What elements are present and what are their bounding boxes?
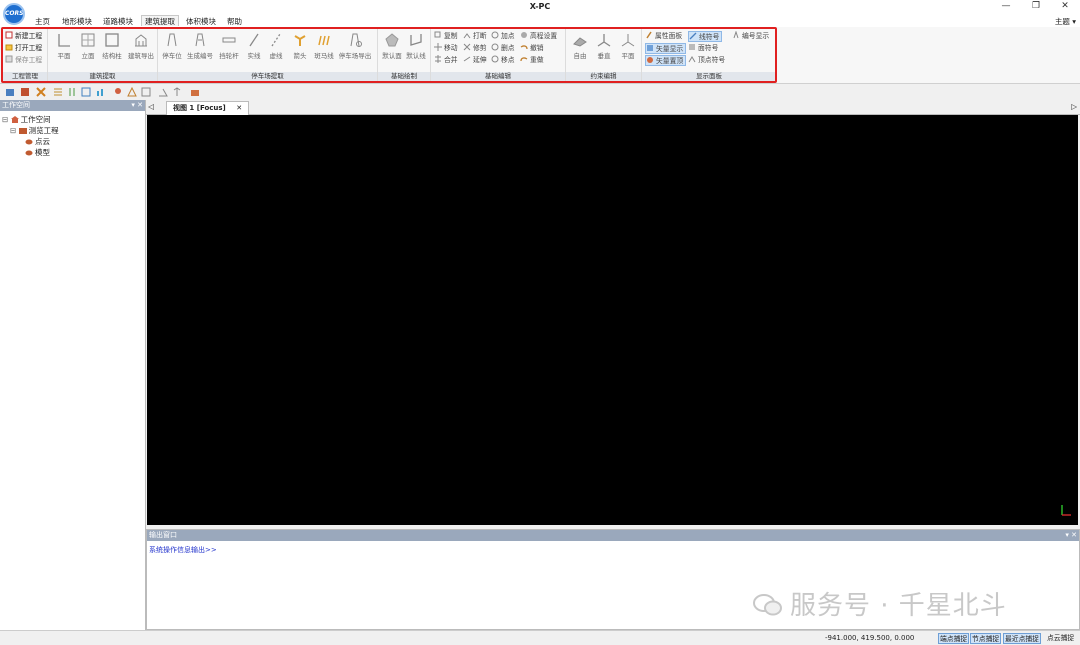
list-icon[interactable] bbox=[53, 87, 63, 97]
menu-volume[interactable]: 体积模块 bbox=[183, 16, 219, 27]
watermark: 服务号 · 千星北斗 bbox=[752, 585, 1007, 622]
pointcloud-snap-toggle[interactable]: 点云捕捉 bbox=[1046, 633, 1075, 644]
tree-project[interactable]: ⊟ 测览工程 bbox=[10, 125, 59, 136]
sort-icon[interactable] bbox=[67, 87, 77, 97]
app-logo[interactable]: CORS bbox=[3, 3, 25, 25]
frame-icon[interactable] bbox=[141, 87, 151, 97]
close-button[interactable]: ✕ bbox=[1050, 0, 1080, 14]
axis-indicator-icon bbox=[1061, 505, 1071, 516]
node-snap-toggle[interactable]: 节点捕捉 bbox=[970, 633, 1002, 644]
title-bar: X-PC — ❐ ✕ bbox=[0, 0, 1080, 14]
snapshot-icon[interactable] bbox=[190, 87, 200, 97]
tree-item-model[interactable]: 模型 bbox=[25, 147, 50, 158]
workspace-panel-controls[interactable]: ▾ ✕ bbox=[131, 100, 143, 111]
minimize-button[interactable]: — bbox=[991, 0, 1021, 14]
chart-icon[interactable] bbox=[95, 87, 105, 97]
nearest-snap-toggle[interactable]: 最近点捕捉 bbox=[1003, 633, 1041, 644]
window-title: X-PC bbox=[529, 2, 551, 11]
status-bar: -941.000, 419.500, 0.000 端点捕捉 节点捕捉 最近点捕捉… bbox=[0, 630, 1080, 645]
workspace-tree-icon bbox=[10, 116, 19, 123]
output-window-controls[interactable]: ▾ ✕ bbox=[1065, 530, 1077, 541]
menu-home[interactable]: 主页 bbox=[32, 16, 53, 27]
tree-root[interactable]: ⊟ 工作空间 bbox=[2, 114, 51, 125]
workspace-panel: 工作空间 ▾ ✕ ⊟ 工作空间 ⊟ 测览工程 点云 模型 bbox=[0, 100, 146, 630]
menu-help[interactable]: 帮助 bbox=[224, 16, 245, 27]
angle-icon[interactable] bbox=[158, 87, 168, 97]
view-tab-strip: ◁ 视图 1 [Focus] ✕ ▷ bbox=[146, 100, 1080, 115]
tools-icon[interactable] bbox=[36, 87, 46, 97]
height-icon[interactable] bbox=[172, 87, 182, 97]
grid-icon[interactable] bbox=[81, 87, 91, 97]
theme-dropdown[interactable]: 主题 ▾ bbox=[1055, 16, 1076, 27]
wechat-icon bbox=[753, 594, 782, 616]
tab-scroll-left[interactable]: ◁ bbox=[148, 102, 154, 111]
measure-icon[interactable] bbox=[127, 87, 137, 97]
endpoint-snap-toggle[interactable]: 端点捕捉 bbox=[938, 633, 970, 644]
menu-building-extract[interactable]: 建筑提取 bbox=[141, 15, 179, 26]
menu-bar: 主页 地形模块 道路模块 建筑提取 体积模块 帮助 主题 ▾ bbox=[0, 14, 1080, 27]
pointcloud-icon bbox=[25, 139, 33, 145]
project-tree-icon bbox=[18, 128, 27, 134]
workspace-panel-header: 工作空间 ▾ ✕ bbox=[0, 100, 145, 111]
output-window-header: 输出窗口 ▾ ✕ bbox=[147, 530, 1079, 541]
output-log-text: 系统操作信息输出>> bbox=[149, 546, 217, 554]
restore-button[interactable]: ❐ bbox=[1021, 0, 1051, 14]
workspace-icon[interactable] bbox=[5, 87, 15, 97]
cursor-coordinates: -941.000, 419.500, 0.000 bbox=[825, 634, 915, 642]
tab-view-1[interactable]: 视图 1 [Focus] ✕ bbox=[166, 101, 250, 115]
3d-viewport[interactable] bbox=[147, 115, 1078, 525]
menu-terrain[interactable]: 地形模块 bbox=[59, 16, 95, 27]
layers-icon[interactable] bbox=[20, 87, 30, 97]
tab-close-icon[interactable]: ✕ bbox=[236, 104, 242, 112]
menu-road[interactable]: 道路模块 bbox=[100, 16, 136, 27]
secondary-toolbar bbox=[0, 85, 1080, 100]
pin-icon[interactable] bbox=[113, 87, 123, 97]
highlight-frame bbox=[1, 27, 777, 83]
tab-scroll-right[interactable]: ▷ bbox=[1071, 102, 1077, 111]
model-icon bbox=[25, 150, 33, 156]
tree-item-pointcloud[interactable]: 点云 bbox=[25, 136, 50, 147]
